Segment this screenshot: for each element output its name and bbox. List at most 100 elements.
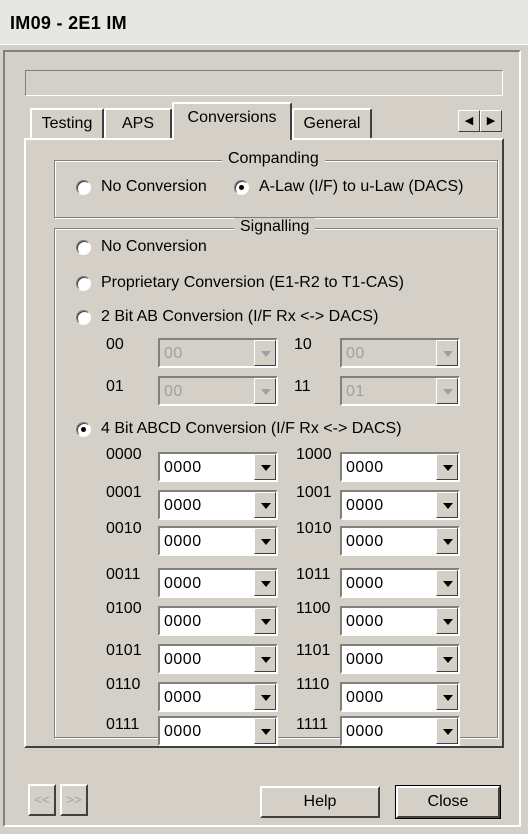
chevron-down-icon[interactable] (254, 570, 276, 596)
chevron-down-icon[interactable] (254, 492, 276, 518)
chevron-down-icon (436, 378, 458, 404)
chevron-down-icon (254, 378, 276, 404)
abcd-code-label: 0011 (106, 566, 141, 583)
chevron-down-icon[interactable] (254, 684, 276, 710)
select-value: 0000 (164, 689, 202, 706)
radio-label: 2 Bit AB Conversion (I/F Rx <-> DACS) (101, 308, 379, 325)
abcd-map-select[interactable]: 0000 (340, 568, 460, 598)
title-bar: IM09 - 2E1 IM (0, 0, 528, 45)
tab-aps[interactable]: APS (104, 108, 172, 138)
chevron-down-icon (436, 340, 458, 366)
help-button[interactable]: Help (260, 786, 380, 818)
abcd-map-select[interactable]: 0000 (340, 490, 460, 520)
chevron-down-icon[interactable] (436, 492, 458, 518)
abcd-map-select[interactable]: 0000 (340, 644, 460, 674)
tab-general[interactable]: General (292, 108, 372, 138)
abcd-map-select[interactable]: 0000 (158, 526, 278, 556)
radio-label: A-Law (I/F) to u-Law (DACS) (259, 178, 464, 195)
companding-title: Companding (222, 150, 325, 168)
chevron-down-icon[interactable] (436, 608, 458, 634)
ab-map-select: 00 (340, 338, 460, 368)
close-button[interactable]: Close (395, 785, 501, 819)
abcd-code-label: 0101 (106, 642, 142, 659)
window-title: IM09 - 2E1 IM (10, 13, 127, 33)
abcd-code-label: 0001 (106, 484, 142, 501)
abcd-map-select[interactable]: 0000 (158, 716, 278, 746)
signalling-2bit-ab-radio[interactable]: 2 Bit AB Conversion (I/F Rx <-> DACS) (76, 308, 378, 326)
companding-alaw-to-ulaw-radio[interactable]: A-Law (I/F) to u-Law (DACS) (234, 178, 463, 196)
prev-button[interactable]: << (28, 784, 56, 816)
chevron-down-icon[interactable] (254, 608, 276, 634)
select-value: 0000 (164, 533, 202, 550)
abcd-map-select[interactable]: 0000 (158, 568, 278, 598)
abcd-map-select[interactable]: 0000 (158, 490, 278, 520)
abcd-map-select[interactable]: 0000 (340, 526, 460, 556)
tab-testing[interactable]: Testing (30, 108, 104, 138)
abcd-map-select[interactable]: 0000 (340, 452, 460, 482)
abcd-map-select[interactable]: 0000 (340, 716, 460, 746)
signalling-proprietary-radio[interactable]: Proprietary Conversion (E1-R2 to T1-CAS) (76, 274, 404, 292)
status-box (25, 70, 503, 96)
chevron-down-icon[interactable] (254, 528, 276, 554)
abcd-code-label: 0111 (106, 716, 140, 733)
radio-indicator (76, 275, 91, 291)
signalling-4bit-abcd-radio[interactable]: 4 Bit ABCD Conversion (I/F Rx <-> DACS) (76, 420, 402, 438)
tab-scroll-right-icon[interactable]: ▶ (480, 110, 502, 132)
next-button[interactable]: >> (60, 784, 88, 816)
ab-code-label: 11 (294, 378, 311, 395)
abcd-code-label: 1110 (296, 676, 330, 693)
abcd-code-label: 0100 (106, 600, 142, 617)
radio-label: Proprietary Conversion (E1-R2 to T1-CAS) (101, 274, 404, 291)
abcd-code-label: 0110 (106, 676, 141, 693)
chevron-down-icon[interactable] (436, 528, 458, 554)
radio-label: No Conversion (101, 238, 207, 255)
abcd-code-label: 1010 (296, 520, 332, 537)
chevron-down-icon[interactable] (436, 570, 458, 596)
chevron-down-icon[interactable] (254, 718, 276, 744)
select-value: 0000 (346, 689, 384, 706)
abcd-code-label: 0000 (106, 446, 142, 463)
ab-map-select: 00 (158, 376, 278, 406)
tab-scroll-left-icon[interactable]: ◀ (458, 110, 480, 132)
radio-label: No Conversion (101, 178, 207, 195)
select-value: 0000 (346, 613, 384, 630)
select-value: 0000 (164, 613, 202, 630)
select-value: 0000 (164, 497, 202, 514)
abcd-map-select[interactable]: 0000 (158, 606, 278, 636)
abcd-map-select[interactable]: 0000 (158, 644, 278, 674)
ab-code-label: 10 (294, 336, 312, 353)
select-value: 0000 (346, 651, 384, 668)
abcd-map-select[interactable]: 0000 (158, 452, 278, 482)
ab-code-label: 01 (106, 378, 124, 395)
tab-conversions[interactable]: Conversions (172, 102, 292, 140)
abcd-code-label: 0010 (106, 520, 142, 537)
select-value: 00 (346, 345, 365, 362)
abcd-map-select[interactable]: 0000 (158, 682, 278, 712)
chevron-down-icon (254, 340, 276, 366)
chevron-down-icon[interactable] (436, 454, 458, 480)
ab-code-label: 00 (106, 336, 124, 353)
abcd-map-select[interactable]: 0000 (340, 682, 460, 712)
select-value: 01 (346, 383, 365, 400)
select-value: 0000 (346, 533, 384, 550)
signalling-title: Signalling (234, 218, 316, 236)
radio-indicator (76, 309, 91, 325)
radio-indicator (76, 239, 91, 255)
select-value: 0000 (164, 651, 202, 668)
chevron-down-icon[interactable] (436, 718, 458, 744)
select-value: 0000 (164, 575, 202, 592)
abcd-code-label: 1011 (296, 566, 331, 583)
companding-no-conversion-radio[interactable]: No Conversion (76, 178, 207, 196)
chevron-down-icon[interactable] (436, 684, 458, 710)
chevron-down-icon[interactable] (254, 646, 276, 672)
abcd-map-select[interactable]: 0000 (340, 606, 460, 636)
select-value: 00 (164, 345, 183, 362)
abcd-code-label: 1100 (296, 600, 331, 617)
chevron-down-icon[interactable] (436, 646, 458, 672)
select-value: 0000 (346, 575, 384, 592)
abcd-code-label: 1000 (296, 446, 332, 463)
signalling-no-conversion-radio[interactable]: No Conversion (76, 238, 207, 256)
abcd-code-label: 1111 (296, 716, 329, 733)
chevron-down-icon[interactable] (254, 454, 276, 480)
abcd-code-label: 1101 (296, 642, 331, 659)
